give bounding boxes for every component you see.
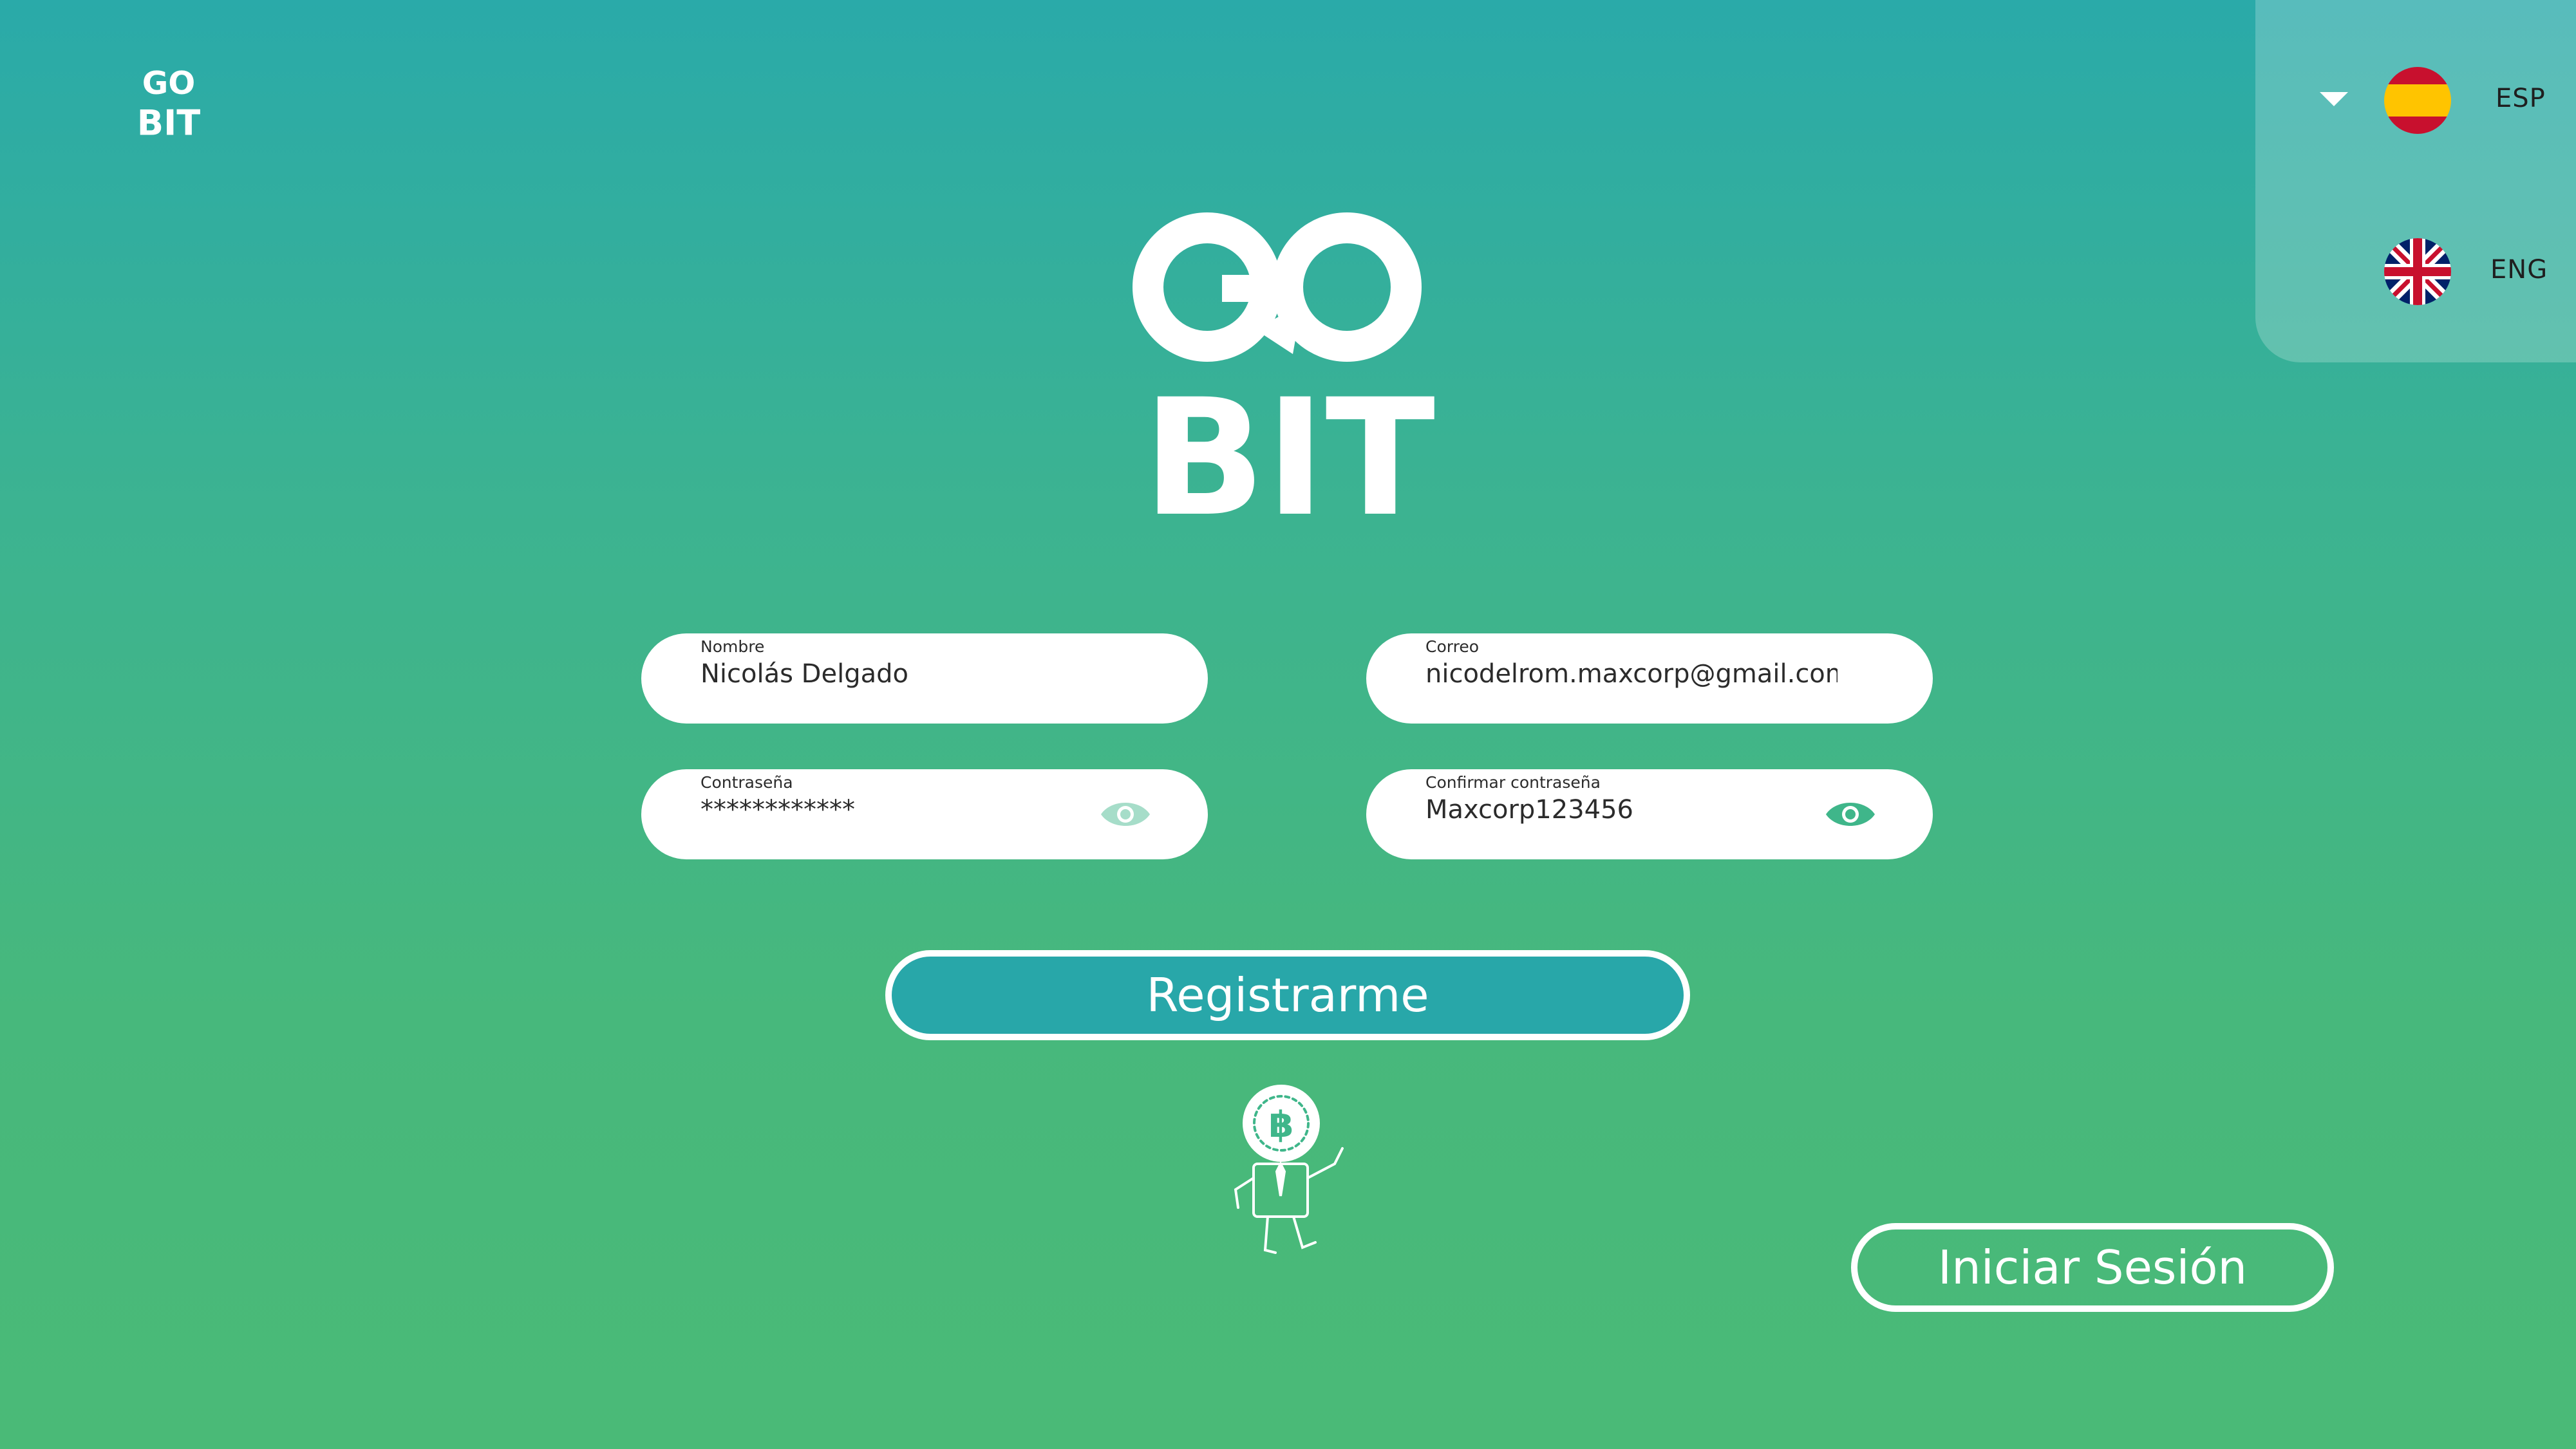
password-field[interactable]: Contraseña [641, 769, 1208, 859]
logo-small-line2: BIT [137, 103, 200, 139]
logo-bit-text: BIT [1143, 364, 1435, 520]
email-label: Correo [1425, 637, 1479, 656]
password-label: Contraseña [700, 773, 793, 792]
coin-mascot-illustration: ฿ [1234, 1085, 1344, 1254]
login-button[interactable]: Iniciar Sesión [1851, 1223, 2334, 1312]
gobit-logo: BIT [1133, 212, 1435, 520]
confirm-password-label: Confirmar contraseña [1425, 773, 1601, 792]
language-option-esp[interactable]: ESP [2496, 84, 2546, 113]
password-input[interactable] [700, 795, 1113, 825]
register-button[interactable]: Registrarme [885, 950, 1690, 1040]
gobit-logo-small[interactable]: GO BIT [127, 63, 210, 139]
logo-small-line1: GO [142, 64, 196, 102]
spain-flag-icon[interactable] [2384, 67, 2451, 134]
go-glyph [1133, 212, 1422, 362]
uk-flag-icon[interactable] [2384, 238, 2451, 305]
confirm-password-field[interactable]: Confirmar contraseña [1366, 769, 1933, 859]
confirm-password-input[interactable] [1425, 795, 1838, 825]
language-selector-panel [2255, 0, 2576, 362]
email-field[interactable]: Correo [1366, 633, 1933, 724]
email-input[interactable] [1425, 659, 1838, 689]
name-field[interactable]: Nombre [641, 633, 1208, 724]
svg-text:฿: ฿ [1269, 1104, 1294, 1146]
eye-icon[interactable] [1100, 798, 1151, 831]
chevron-down-icon[interactable] [2320, 92, 2348, 106]
name-label: Nombre [700, 637, 765, 656]
language-option-eng[interactable]: ENG [2490, 255, 2548, 285]
name-input[interactable] [700, 659, 1113, 689]
eye-icon[interactable] [1825, 798, 1876, 831]
